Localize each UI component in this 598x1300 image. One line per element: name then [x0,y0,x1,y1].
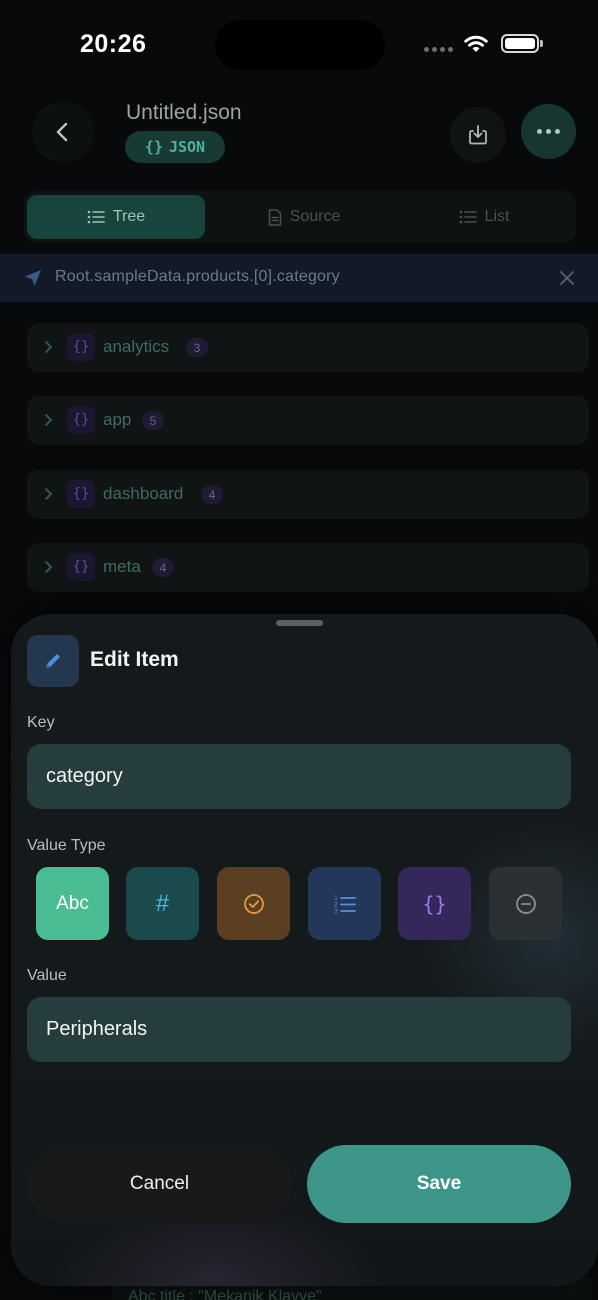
abc-icon: Abc [56,892,89,914]
tree-row[interactable]: {} dashboard 4 [27,470,589,519]
minus-circle-icon [515,893,536,914]
type-boolean-button[interactable] [217,867,290,940]
view-mode-tabs: Tree Source List [24,191,576,243]
battery-cap [540,40,543,47]
type-object-button[interactable]: {} [398,867,471,940]
cancel-button[interactable]: Cancel [27,1145,292,1223]
format-badge-label: JSON [168,138,206,156]
save-button[interactable]: Save [307,1145,571,1223]
wifi-icon [462,32,490,59]
tree-row[interactable]: {} analytics 3 [27,323,589,372]
ellipsis-icon [537,129,542,134]
pencil-icon [27,635,79,687]
tree-row[interactable]: {} meta 4 [27,543,589,592]
tab-list[interactable]: List [396,195,572,239]
chevron-left-icon [56,122,68,142]
document-icon [268,208,281,226]
chevron-right-icon[interactable] [43,487,53,501]
check-circle-icon [243,893,264,914]
braces-icon: {} [422,891,447,916]
object-icon: {} [67,480,95,508]
list-icon [459,210,477,224]
tab-source[interactable]: Source [214,195,394,239]
tree-row-key: analytics [103,337,170,356]
back-button[interactable] [32,102,94,162]
tab-tree-label: Tree [112,208,146,225]
type-array-button[interactable]: 1 2 3 [308,867,381,940]
battery-icon [501,34,539,53]
type-null-button[interactable] [489,867,562,940]
file-name: Untitled.json [126,101,242,124]
more-options-button[interactable] [521,104,576,159]
object-icon: {} [67,406,95,434]
tab-tree[interactable]: Tree [27,195,205,239]
breadcrumb-path: Root.sampleData.products.[0].category [55,268,340,285]
tab-source-label: Source [289,208,341,225]
tab-list-label: List [484,208,510,225]
breadcrumb: Root.sampleData.products.[0].category [0,254,598,302]
chevron-right-icon[interactable] [43,560,53,574]
chevron-right-icon[interactable] [43,413,53,427]
download-icon [469,125,487,145]
dynamic-island [215,20,385,70]
value-field[interactable]: Peripherals [27,997,571,1062]
object-icon: {} [67,333,95,361]
value-type-label: Value Type [27,837,106,854]
tree-row-count: 3 [186,338,208,357]
tree-row-count: 5 [142,411,164,430]
download-button[interactable] [450,107,506,163]
list-icon [87,210,105,224]
hash-icon: # [155,889,170,917]
tree-row-key: app [103,410,132,429]
tree-row-key: dashboard [103,484,184,503]
type-number-button[interactable]: # [126,867,199,940]
value-label: Value [27,967,67,984]
status-time: 20:26 [80,30,147,58]
tree-row-peek-text: Abc title : "Mekanik Klavye" [128,1288,322,1300]
format-badge: {} JSON [125,131,225,163]
numbered-list-icon: 1 2 3 [334,895,356,914]
close-icon[interactable] [560,271,574,285]
tree-row[interactable]: {} app 5 [27,396,589,445]
object-icon: {} [67,553,95,581]
svg-text:3: 3 [334,908,338,914]
type-string-button[interactable]: Abc [36,867,109,940]
key-field[interactable]: category [27,744,571,809]
location-arrow-icon [25,270,41,286]
tree-row-count: 4 [201,485,223,504]
tree-row-count: 4 [152,558,174,577]
chevron-right-icon[interactable] [43,340,53,354]
sheet-grabber[interactable] [276,620,323,626]
braces-icon: {} [144,138,163,156]
tree-row-key: meta [103,557,141,576]
sheet-title: Edit Item [90,648,179,671]
key-label: Key [27,714,55,731]
cellular-signal-icon [424,47,453,52]
